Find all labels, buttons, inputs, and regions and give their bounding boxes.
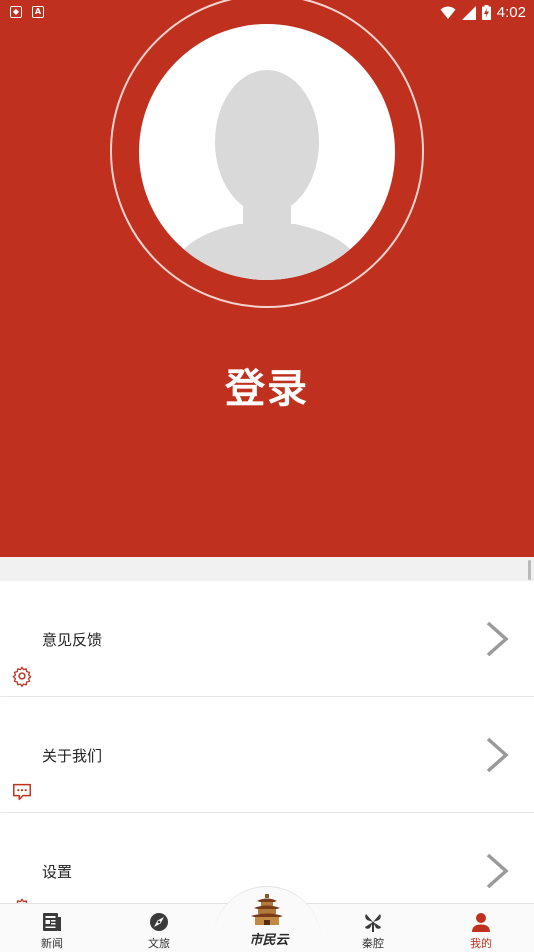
signal-icon (461, 5, 476, 20)
chevron-right-icon (486, 737, 509, 773)
nav-label: 文旅 (148, 937, 170, 950)
a-notification-icon: A (32, 6, 44, 18)
center-nav-label: 市民云 (249, 933, 289, 948)
profile-header: ◆ A 4:02 登录 (0, 0, 534, 557)
person-icon (472, 913, 490, 932)
compass-icon (150, 913, 168, 931)
section-gap (0, 557, 534, 581)
menu-item-feedback[interactable]: 意见反馈 (0, 581, 534, 698)
battery-charging-icon (481, 5, 491, 20)
chevron-right-icon (486, 853, 509, 889)
newspaper-icon (43, 913, 61, 931)
avatar[interactable] (139, 24, 395, 280)
status-time: 4:02 (496, 4, 526, 21)
menu-item-label: 设置 (42, 863, 73, 881)
settings-menu: 意见反馈 关于我们 设置 (0, 581, 534, 930)
menu-item-label: 意见反馈 (42, 631, 103, 649)
nav-item-news[interactable]: 新闻 (12, 904, 92, 952)
wifi-icon (440, 6, 456, 19)
nav-label: 秦腔 (362, 937, 384, 950)
nav-item-mine[interactable]: 我的 (441, 904, 521, 952)
fan-icon (365, 914, 381, 932)
chevron-right-icon (486, 621, 509, 657)
login-button[interactable]: 登录 (0, 356, 534, 414)
shield-notification-icon: ◆ (10, 6, 22, 18)
nav-label: 新闻 (41, 937, 63, 950)
pagoda-logo-icon (251, 894, 283, 925)
chat-bubble-icon (13, 783, 31, 801)
default-user-avatar-icon (169, 70, 365, 280)
nav-item-opera[interactable]: 秦腔 (333, 904, 413, 952)
menu-item-about[interactable]: 关于我们 (0, 697, 534, 814)
profile-screen: ◆ A 4:02 登录 意见反馈 关于我们 设置 新闻 文旅 秦腔 我的 市民云 (0, 0, 534, 952)
gear-icon (12, 666, 32, 687)
nav-item-culture-travel[interactable]: 文旅 (119, 904, 199, 952)
scrollbar[interactable] (528, 560, 531, 580)
nav-label: 我的 (470, 937, 492, 950)
menu-item-label: 关于我们 (42, 747, 103, 765)
